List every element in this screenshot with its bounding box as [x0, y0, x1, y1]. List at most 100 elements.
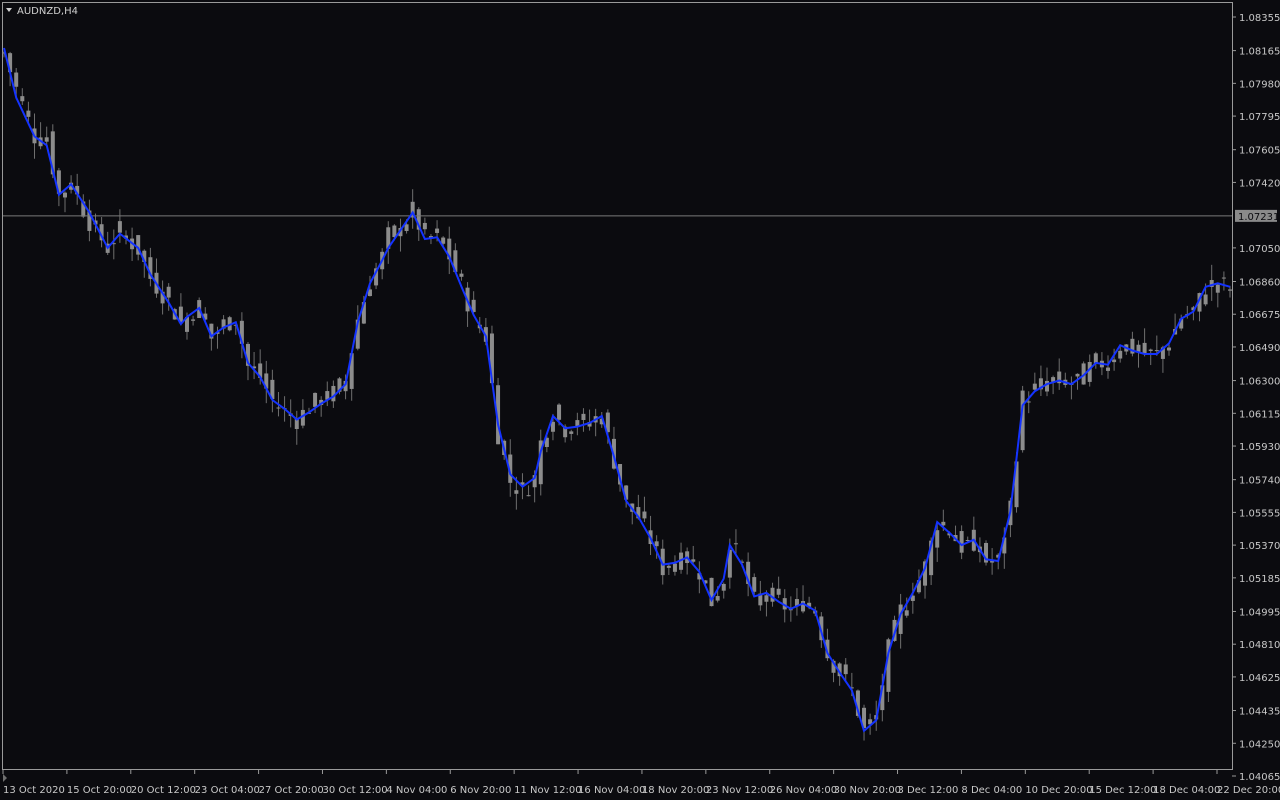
candle-body — [941, 521, 946, 526]
candle-body — [843, 664, 848, 675]
candle-body — [276, 407, 281, 409]
candle-body — [1203, 294, 1208, 305]
candle-body — [1228, 289, 1232, 291]
y-tick-label: 1.05930 — [1239, 442, 1280, 453]
x-tick-label: 23 Oct 04:00 — [195, 785, 260, 796]
candle-body — [62, 192, 67, 198]
candle-body — [581, 413, 586, 420]
candle-body — [1045, 380, 1050, 392]
candle-body — [1026, 401, 1031, 403]
x-tick-label: 30 Oct 12:00 — [322, 785, 387, 796]
candle-body — [666, 565, 671, 568]
y-tick-label: 1.06300 — [1239, 377, 1280, 388]
x-tick-label: 6 Nov 20:00 — [450, 785, 511, 796]
x-tick-label: 22 Dec 20:00 — [1217, 785, 1280, 796]
candle-body — [14, 72, 19, 87]
candle-body — [1106, 367, 1111, 371]
candle-body — [1154, 350, 1159, 352]
candle-body — [1167, 347, 1172, 351]
current-price-tag: 1.07231 — [1235, 209, 1279, 223]
x-tick-label: 4 Nov 04:00 — [386, 785, 447, 796]
x-tick-label: 3 Dec 12:00 — [898, 785, 959, 796]
y-tick-label: 1.04810 — [1239, 640, 1280, 651]
y-tick-label: 1.04250 — [1239, 739, 1280, 750]
y-tick-label: 1.06115 — [1239, 409, 1280, 420]
candle — [984, 540, 989, 566]
x-tick-label: 18 Dec 04:00 — [1153, 785, 1220, 796]
x-tick-label: 15 Dec 12:00 — [1089, 785, 1156, 796]
x-tick-label: 26 Nov 04:00 — [770, 785, 837, 796]
candle-body — [313, 392, 318, 407]
y-tick-label: 1.05185 — [1239, 574, 1280, 585]
y-tick-label: 1.07050 — [1239, 244, 1280, 255]
candle-body — [422, 222, 427, 230]
x-tick-label: 15 Oct 20:00 — [67, 785, 132, 796]
candle-body — [1087, 362, 1092, 382]
y-tick-label: 1.08165 — [1239, 47, 1280, 58]
y-tick-label: 1.04995 — [1239, 607, 1280, 618]
candle-body — [331, 385, 336, 402]
x-tick-label: 16 Nov 04:00 — [578, 785, 645, 796]
candle-body — [959, 531, 964, 553]
x-tick-label: 13 Oct 2020 — [3, 785, 65, 796]
candle-body — [550, 421, 555, 432]
candle-body — [935, 530, 940, 548]
candle-body — [1112, 359, 1117, 363]
y-tick-label: 1.05370 — [1239, 541, 1280, 552]
y-tick-label: 1.06860 — [1239, 278, 1280, 289]
chart-title: AUDNZD,H4 — [17, 6, 78, 17]
candle-body — [191, 319, 196, 321]
candle-body — [733, 543, 738, 545]
candle-body — [117, 221, 122, 233]
candle-body — [166, 286, 171, 298]
y-tick-label: 1.05740 — [1239, 476, 1280, 487]
candle-body — [764, 595, 769, 602]
y-tick-label: 1.05555 — [1239, 508, 1280, 519]
candle-body — [776, 588, 781, 595]
y-tick-label: 1.04065 — [1239, 772, 1280, 783]
x-tick-label: 18 Nov 20:00 — [642, 785, 709, 796]
y-tick-label: 1.07605 — [1239, 146, 1280, 157]
chart-background — [0, 0, 1280, 800]
candle-body — [1215, 284, 1220, 293]
candle-body — [672, 563, 677, 572]
y-tick-label: 1.04435 — [1239, 707, 1280, 718]
candle-body — [569, 431, 574, 434]
x-tick-label: 11 Nov 12:00 — [514, 785, 581, 796]
candle — [709, 577, 714, 607]
y-tick-label: 1.07420 — [1239, 178, 1280, 189]
x-tick-label: 8 Dec 04:00 — [961, 785, 1022, 796]
candle-body — [1148, 349, 1153, 351]
x-tick-label: 10 Dec 20:00 — [1025, 785, 1092, 796]
candle-body — [1075, 373, 1080, 377]
current-price-label: 1.07231 — [1238, 212, 1279, 223]
candle-body — [514, 490, 519, 494]
x-tick-label: 20 Oct 12:00 — [131, 785, 196, 796]
x-tick-label: 23 Nov 12:00 — [706, 785, 773, 796]
x-tick-label: 30 Nov 20:00 — [834, 785, 901, 796]
candle-body — [654, 541, 659, 547]
candle-body — [557, 404, 562, 420]
candle-body — [904, 610, 909, 616]
candle-body — [752, 577, 757, 592]
candle-body — [770, 587, 775, 602]
candle-body — [526, 495, 531, 497]
candle-body — [20, 96, 25, 102]
candle-body — [404, 224, 409, 232]
y-tick-label: 1.07795 — [1239, 112, 1280, 123]
candle-body — [435, 228, 440, 233]
candle-body — [691, 559, 696, 562]
y-tick-label: 1.04625 — [1239, 673, 1280, 684]
y-tick-label: 1.07980 — [1239, 79, 1280, 90]
y-tick-label: 1.08355 — [1239, 13, 1280, 24]
candle-body — [459, 273, 464, 277]
price-chart[interactable]: 1.08355 1.08165 1.07980 1.07795 1.07605 1.074… — [0, 0, 1280, 800]
candle-body — [1118, 350, 1123, 359]
y-tick-label: 1.06490 — [1239, 343, 1280, 354]
candle-body — [721, 583, 726, 591]
candle-body — [1032, 383, 1037, 390]
x-tick-label: 27 Oct 20:00 — [259, 785, 324, 796]
candle-body — [44, 137, 49, 142]
candle-body — [1221, 277, 1226, 279]
y-tick-label: 1.06675 — [1239, 310, 1280, 321]
